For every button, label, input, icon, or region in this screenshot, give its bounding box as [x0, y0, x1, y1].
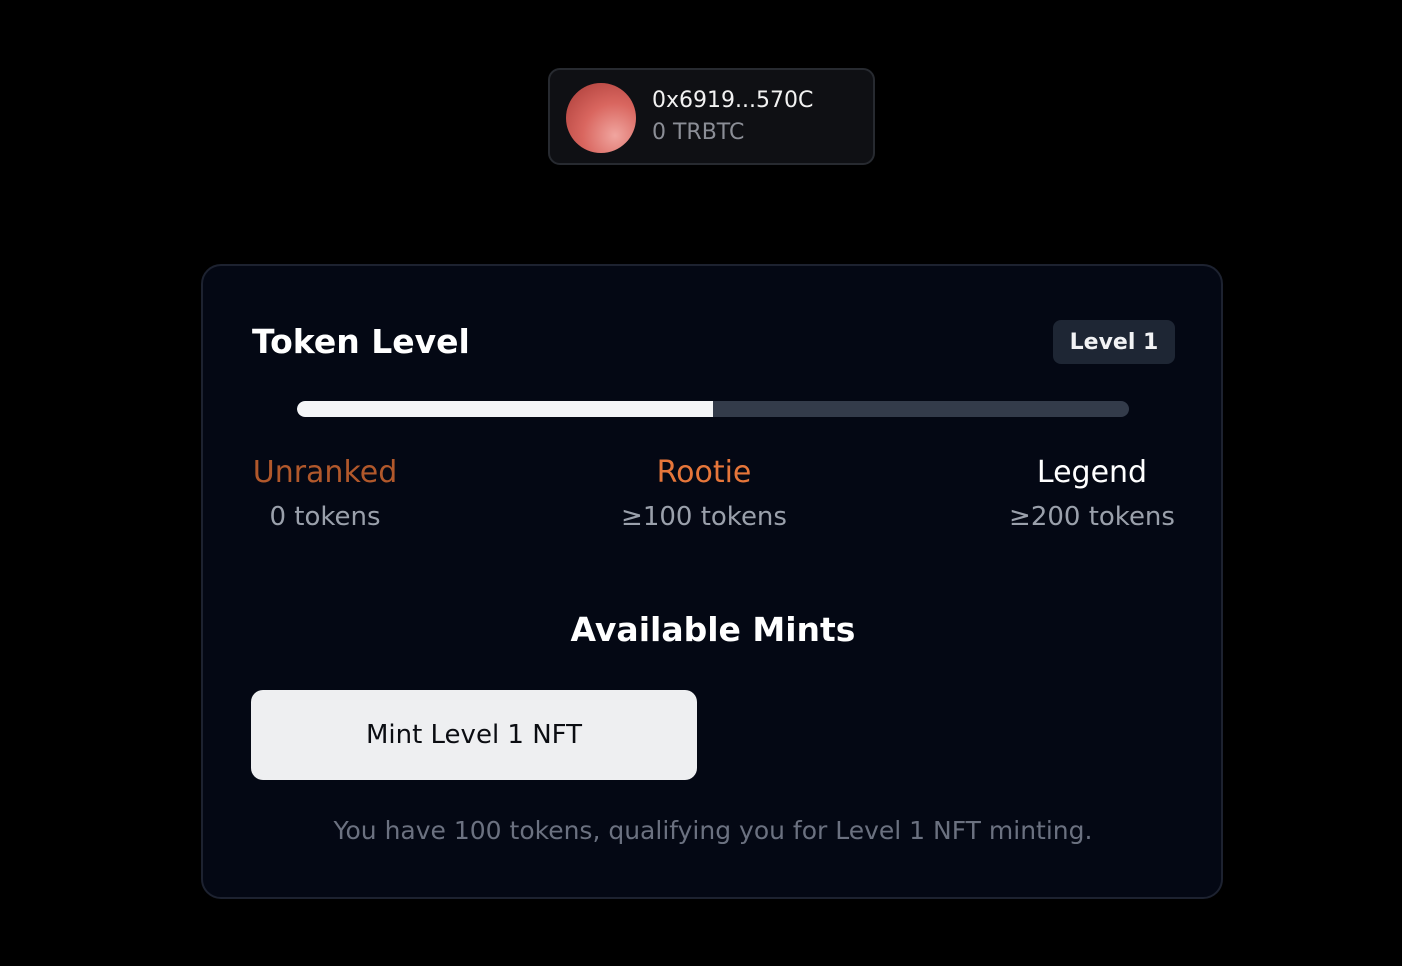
tier-name: Rootie [656, 455, 752, 490]
wallet-avatar [566, 83, 636, 153]
level-badge: Level 1 [1053, 320, 1175, 364]
tier-unranked: Unranked 0 tokens [195, 452, 455, 538]
mint-eligibility-note: You have 100 tokens, qualifying you for … [333, 816, 1093, 845]
level-progress-fill [297, 401, 713, 417]
tier-name: Unranked [252, 455, 398, 490]
wallet-balance: 0 TRBTC [652, 120, 745, 145]
mint-level-1-nft-button[interactable]: Mint Level 1 NFT [251, 690, 697, 780]
tier-legend: Legend ≥200 tokens [962, 452, 1222, 538]
tier-requirement: 0 tokens [269, 502, 381, 532]
token-level-card: Token Level Level 1 Unranked 0 tokens Ro… [201, 264, 1223, 899]
wallet-info: 0x6919...570C 0 TRBTC [652, 86, 813, 150]
token-level-title: Token Level [252, 322, 470, 361]
level-progress-bar [297, 401, 1129, 417]
available-mints-title: Available Mints [570, 610, 856, 649]
tier-requirement: ≥200 tokens [1009, 502, 1175, 532]
wallet-address: 0x6919...570C [652, 88, 814, 113]
tier-name: Legend [1036, 455, 1148, 490]
tier-rootie: Rootie ≥100 tokens [574, 452, 834, 538]
tier-requirement: ≥100 tokens [621, 502, 787, 532]
wallet-button[interactable]: 0x6919...570C 0 TRBTC [548, 68, 875, 165]
